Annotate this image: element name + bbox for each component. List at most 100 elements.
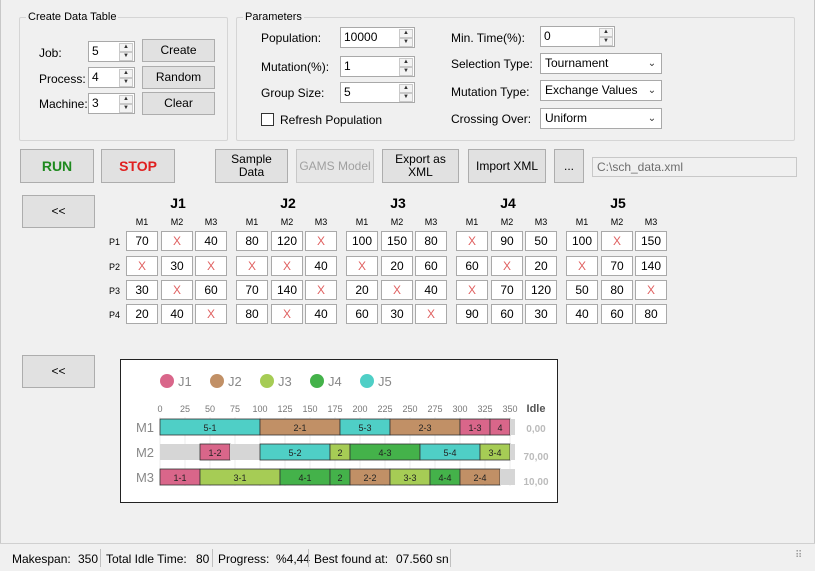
spin-down-icon[interactable]: ▼ [599,37,613,46]
table-cell[interactable]: 20 [381,256,413,276]
spin-up-icon[interactable]: ▲ [119,69,133,78]
spin-up-icon[interactable]: ▲ [119,95,133,104]
spin-up-icon[interactable]: ▲ [399,84,413,93]
table-cell[interactable]: 80 [415,231,447,251]
spin-down-icon[interactable]: ▼ [119,52,133,61]
browse-button[interactable]: ... [554,149,584,183]
table-cell[interactable]: 90 [491,231,523,251]
spin-down-icon[interactable]: ▼ [399,67,413,76]
chevron-down-icon[interactable]: ⌄ [643,54,661,73]
selection-type-select[interactable]: Tournament ⌄ [540,53,662,74]
mutation-type-select[interactable]: Exchange Values ⌄ [540,80,662,101]
file-path-field[interactable]: C:\sch_data.xml [592,157,797,177]
spin-up-icon[interactable]: ▲ [119,43,133,52]
process-spinner[interactable]: 4 ▲ ▼ [88,67,135,88]
table-cell[interactable]: X [195,304,227,324]
table-cell[interactable]: 90 [456,304,488,324]
table-cell[interactable]: X [271,256,303,276]
table-cell[interactable]: 80 [236,231,268,251]
table-cell[interactable]: X [635,280,667,300]
table-cell[interactable]: 60 [601,304,633,324]
group-size-spinner[interactable]: 5 ▲ ▼ [340,82,415,103]
table-cell[interactable]: X [566,256,598,276]
collapse-table-button[interactable]: << [22,195,95,228]
table-cell[interactable]: 140 [635,256,667,276]
spin-up-icon[interactable]: ▲ [599,28,613,37]
spin-down-icon[interactable]: ▼ [119,104,133,113]
table-cell[interactable]: X [456,280,488,300]
table-cell[interactable]: X [195,256,227,276]
create-button[interactable]: Create [142,39,215,62]
table-cell[interactable]: X [415,304,447,324]
spin-up-icon[interactable]: ▲ [399,29,413,38]
table-cell[interactable]: X [161,280,193,300]
table-cell[interactable]: X [381,280,413,300]
table-cell[interactable]: X [491,256,523,276]
table-cell[interactable]: 40 [566,304,598,324]
clear-button[interactable]: Clear [142,92,215,115]
table-cell[interactable]: 60 [195,280,227,300]
table-cell[interactable]: 70 [491,280,523,300]
table-cell[interactable]: 30 [525,304,557,324]
table-cell[interactable]: 20 [126,304,158,324]
spin-down-icon[interactable]: ▼ [119,78,133,87]
machine-spinner[interactable]: 3 ▲ ▼ [88,93,135,114]
table-cell[interactable]: 50 [525,231,557,251]
table-cell[interactable]: 30 [381,304,413,324]
table-cell[interactable]: X [456,231,488,251]
table-cell[interactable]: X [126,256,158,276]
table-cell[interactable]: 30 [161,256,193,276]
table-cell[interactable]: 150 [381,231,413,251]
refresh-population-checkbox[interactable] [261,113,274,126]
table-cell[interactable]: 60 [415,256,447,276]
table-cell[interactable]: X [601,231,633,251]
table-cell[interactable]: X [271,304,303,324]
table-cell[interactable]: 60 [456,256,488,276]
table-cell[interactable]: 100 [566,231,598,251]
table-cell[interactable]: 40 [195,231,227,251]
table-cell[interactable]: 40 [305,304,337,324]
table-cell[interactable]: 70 [236,280,268,300]
table-cell[interactable]: 120 [525,280,557,300]
table-cell[interactable]: 80 [601,280,633,300]
table-cell[interactable]: 100 [346,231,378,251]
spin-down-icon[interactable]: ▼ [399,38,413,47]
table-cell[interactable]: 80 [635,304,667,324]
table-cell[interactable]: 70 [126,231,158,251]
table-cell[interactable]: X [305,231,337,251]
table-cell[interactable]: 140 [271,280,303,300]
table-cell[interactable]: 50 [566,280,598,300]
table-cell[interactable]: 40 [161,304,193,324]
resize-grip-icon[interactable]: ⠿ [795,550,802,561]
table-cell[interactable]: 150 [635,231,667,251]
spin-down-icon[interactable]: ▼ [399,93,413,102]
min-time-spinner[interactable]: 0 ▲ ▼ [540,26,615,47]
chevron-down-icon[interactable]: ⌄ [643,81,661,100]
table-cell[interactable]: 30 [126,280,158,300]
collapse-gantt-button[interactable]: << [22,355,95,388]
sample-data-button[interactable]: Sample Data [215,149,288,183]
table-cell[interactable]: 60 [346,304,378,324]
table-cell[interactable]: X [236,256,268,276]
crossing-over-select[interactable]: Uniform ⌄ [540,108,662,129]
table-cell[interactable]: 20 [346,280,378,300]
spin-up-icon[interactable]: ▲ [399,58,413,67]
job-spinner[interactable]: 5 ▲ ▼ [88,41,135,62]
table-cell[interactable]: 40 [415,280,447,300]
table-cell[interactable]: 20 [525,256,557,276]
population-spinner[interactable]: 10000 ▲ ▼ [340,27,415,48]
mutation-spinner[interactable]: 1 ▲ ▼ [340,56,415,77]
table-cell[interactable]: 70 [601,256,633,276]
stop-button[interactable]: STOP [101,149,175,183]
table-cell[interactable]: 60 [491,304,523,324]
table-cell[interactable]: X [161,231,193,251]
export-xml-button[interactable]: Export as XML [382,149,459,183]
import-xml-button[interactable]: Import XML [468,149,546,183]
table-cell[interactable]: X [346,256,378,276]
chevron-down-icon[interactable]: ⌄ [643,109,661,128]
random-button[interactable]: Random [142,66,215,89]
run-button[interactable]: RUN [20,149,94,183]
gams-model-button[interactable]: GAMS Model [296,149,374,183]
table-cell[interactable]: 120 [271,231,303,251]
table-cell[interactable]: X [305,280,337,300]
